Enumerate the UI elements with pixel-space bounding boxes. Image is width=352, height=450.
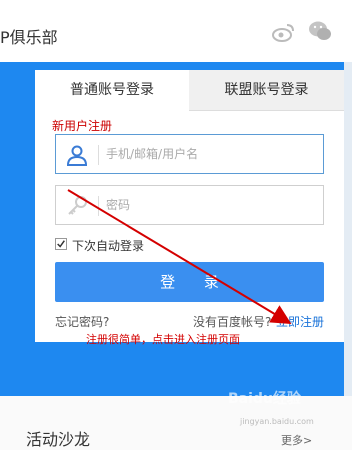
password-field-wrapper bbox=[55, 185, 324, 225]
field-separator bbox=[98, 196, 99, 216]
login-tabs: 普通账号登录 联盟账号登录 bbox=[35, 70, 344, 111]
weibo-icon[interactable] bbox=[272, 22, 296, 42]
user-icon bbox=[66, 145, 88, 166]
auto-login-label: 下次自动登录 bbox=[72, 239, 145, 253]
wechat-icon[interactable] bbox=[308, 20, 332, 42]
forgot-password-link[interactable]: 忘记密码? bbox=[55, 313, 109, 330]
field-separator bbox=[98, 145, 99, 165]
password-input[interactable] bbox=[106, 186, 316, 224]
page-title: P俱乐部 bbox=[0, 28, 58, 47]
watermark-url: jingyan.baidu.com bbox=[240, 417, 314, 426]
checkmark-icon bbox=[57, 240, 65, 248]
key-icon bbox=[68, 196, 87, 215]
new-user-register-link[interactable]: 新用户注册 bbox=[52, 117, 112, 134]
username-input[interactable] bbox=[106, 135, 316, 173]
section-title: 活动沙龙 bbox=[26, 430, 91, 449]
no-account-text: 没有百度帐号? bbox=[193, 315, 272, 329]
side-strip bbox=[344, 62, 352, 396]
username-field-wrapper bbox=[55, 134, 324, 174]
tab-normal-login[interactable]: 普通账号登录 bbox=[35, 70, 190, 110]
top-bar: P俱乐部 bbox=[0, 0, 352, 62]
tab-union-login[interactable]: 联盟账号登录 bbox=[189, 70, 344, 111]
watermark-logo: Baidu经验 bbox=[228, 391, 301, 407]
login-button[interactable]: 登 录 bbox=[55, 262, 324, 302]
login-panel: 普通账号登录 联盟账号登录 新用户注册 下次自动登录 登 录 忘记密码? 没有百… bbox=[35, 70, 344, 342]
more-link[interactable]: 更多> bbox=[281, 432, 312, 448]
register-now-link[interactable]: 立即注册 bbox=[276, 313, 324, 330]
auto-login-checkbox[interactable] bbox=[55, 238, 67, 250]
annotation-note: 注册很简单，点击进入注册页面 bbox=[86, 333, 240, 346]
